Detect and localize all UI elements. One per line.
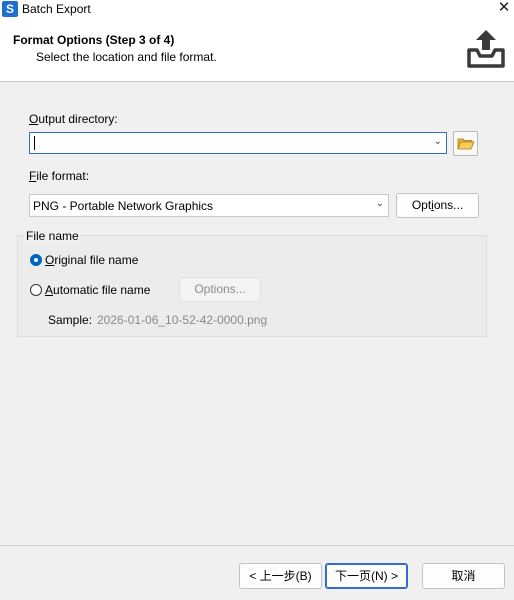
filename-options-button[interactable]: Options... (179, 277, 261, 302)
chevron-down-icon[interactable]: ⌄ (376, 198, 384, 209)
wizard-header: Format Options (Step 3 of 4) Select the … (0, 19, 514, 82)
file-name-group-title: File name (24, 229, 81, 243)
format-options-button[interactable]: Options... (396, 193, 479, 218)
automatic-file-name-radio[interactable] (30, 284, 42, 296)
file-format-label: File format: (29, 169, 90, 183)
file-format-select[interactable]: PNG - Portable Network Graphics ⌄ (29, 194, 389, 217)
file-format-value: PNG - Portable Network Graphics (33, 199, 214, 213)
output-directory-label: Output directory: (29, 112, 118, 126)
original-file-name-radio[interactable] (30, 254, 42, 266)
text-caret (34, 136, 35, 150)
chevron-down-icon[interactable]: ⌄ (434, 136, 442, 147)
automatic-file-name-label[interactable]: Automatic file name (45, 283, 150, 297)
cancel-button[interactable]: 取消 (422, 563, 505, 589)
output-directory-combo[interactable]: ⌄ (29, 132, 447, 154)
sample-value: 2026-01-06_10-52-42-0000.png (97, 313, 268, 327)
sample-label: Sample: (48, 313, 93, 327)
app-icon: S (2, 1, 18, 17)
close-icon[interactable]: ✕ (494, 0, 514, 18)
step-subtitle: Select the location and file format. (36, 50, 217, 64)
folder-icon (457, 138, 475, 150)
export-icon (467, 30, 505, 68)
original-file-name-label[interactable]: Original file name (45, 253, 138, 267)
title-bar: S Batch Export ✕ (0, 0, 514, 19)
back-button[interactable]: < 上一步(B) (239, 563, 322, 589)
next-button[interactable]: 下一页(N) > (325, 563, 408, 589)
step-title: Format Options (Step 3 of 4) (13, 33, 175, 47)
window-title: Batch Export (22, 2, 91, 16)
footer-divider (0, 545, 514, 546)
browse-folder-button[interactable] (453, 131, 478, 156)
